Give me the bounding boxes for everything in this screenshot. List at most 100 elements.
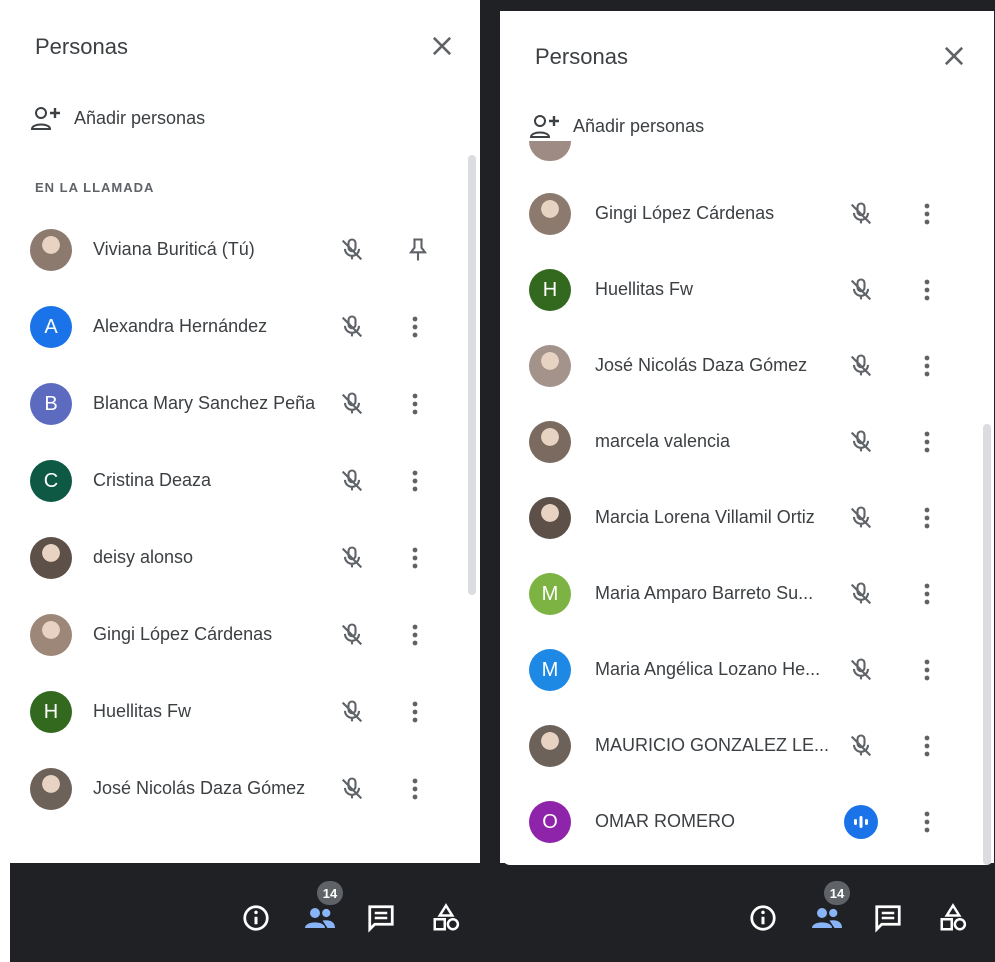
more-vert-icon <box>924 811 930 833</box>
participant-row[interactable]: MAURICIO GONZALEZ LE... <box>502 711 994 788</box>
more-options-button[interactable] <box>916 580 938 608</box>
participant-row[interactable]: M Maria Amparo Barreto Su... <box>502 559 994 636</box>
mic-off-icon <box>338 390 366 418</box>
avatar-photo <box>529 345 571 387</box>
more-options-button[interactable] <box>404 313 426 341</box>
participant-row[interactable]: C Cristina Deaza <box>0 446 480 523</box>
participant-row[interactable]: Viviana Buriticá (Tú) <box>0 215 480 292</box>
participant-name: José Nicolás Daza Gómez <box>595 355 808 375</box>
more-options-button[interactable] <box>404 775 426 803</box>
more-options-button[interactable] <box>916 732 938 760</box>
mic-off-icon <box>338 698 366 726</box>
more-vert-icon <box>412 624 418 646</box>
mic-off-icon <box>338 544 366 572</box>
add-people-button[interactable]: Añadir personas <box>30 104 205 132</box>
mic-off-icon <box>847 504 875 532</box>
more-vert-icon <box>924 659 930 681</box>
participant-name: Viviana Buriticá (Tú) <box>93 239 255 259</box>
chat-icon <box>368 905 394 933</box>
people-icon <box>305 908 335 928</box>
mic-off-icon <box>338 236 366 264</box>
more-options-button[interactable] <box>916 428 938 456</box>
mic-off-icon <box>847 732 875 760</box>
participant-row[interactable]: O OMAR ROMERO <box>502 787 994 864</box>
participant-row[interactable]: José Nicolás Daza Gómez <box>0 754 480 831</box>
panel-title: Personas <box>535 44 628 69</box>
close-button[interactable] <box>940 42 968 70</box>
avatar-photo <box>30 537 72 579</box>
participant-list: Viviana Buriticá (Tú) A Alexandra Hernánde… <box>0 215 480 863</box>
more-options-button[interactable] <box>404 390 426 418</box>
scrollbar[interactable] <box>468 155 476 595</box>
participant-name: Huellitas Fw <box>93 701 192 721</box>
participant-row[interactable]: marcela valencia <box>502 407 994 484</box>
participant-row[interactable]: A Alexandra Hernández <box>0 292 480 369</box>
avatar: H <box>30 691 72 733</box>
more-options-button[interactable] <box>916 504 938 532</box>
speaking-indicator-icon <box>844 805 878 839</box>
activities-button[interactable] <box>431 903 461 938</box>
more-options-button[interactable] <box>916 808 938 836</box>
participant-name: Cristina Deaza <box>93 470 212 490</box>
participant-name: José Nicolás Daza Gómez <box>93 778 306 798</box>
avatar-photo <box>30 229 72 271</box>
avatar-initial: M <box>541 582 559 605</box>
chat-button[interactable] <box>873 903 903 938</box>
participant-row[interactable]: Gingi López Cárdenas <box>0 600 480 677</box>
participant-name: Blanca Mary Sanchez Peña <box>93 393 316 413</box>
more-options-button[interactable] <box>404 467 426 495</box>
meeting-background-top-right <box>500 0 995 11</box>
people-button[interactable] <box>810 903 844 938</box>
mic-off-icon <box>338 621 366 649</box>
pin-button[interactable] <box>404 236 428 264</box>
info-icon <box>243 905 269 931</box>
meeting-background-top <box>480 0 500 962</box>
avatar-photo <box>529 497 571 539</box>
more-options-button[interactable] <box>916 656 938 684</box>
more-options-button[interactable] <box>404 544 426 572</box>
add-people-label: Añadir personas <box>74 107 206 128</box>
info-button[interactable] <box>241 903 271 938</box>
participant-row[interactable]: deisy alonso <box>0 523 480 600</box>
people-button[interactable] <box>303 903 337 938</box>
activities-icon <box>940 903 967 931</box>
close-button[interactable] <box>428 32 456 60</box>
participant-row[interactable]: B Blanca Mary Sanchez Peña <box>0 369 480 446</box>
add-people-label: Añadir personas <box>573 115 705 136</box>
more-vert-icon <box>924 279 930 301</box>
avatar-photo <box>30 768 72 810</box>
more-vert-icon <box>924 203 930 225</box>
avatar-photo <box>30 614 72 656</box>
more-vert-icon <box>412 778 418 800</box>
avatar: C <box>30 460 72 502</box>
participant-row[interactable]: M Maria Angélica Lozano He... <box>502 635 994 712</box>
more-vert-icon <box>924 507 930 529</box>
panel-title: Personas <box>35 34 128 59</box>
participant-row[interactable]: Marcia Lorena Villamil Ortiz <box>502 483 994 560</box>
participant-row[interactable]: José Nicolás Daza Gómez <box>502 331 994 408</box>
scrollbar[interactable] <box>983 424 991 865</box>
more-options-button[interactable] <box>916 200 938 228</box>
participant-name: Alexandra Hernández <box>93 316 268 336</box>
bottom-toolbar <box>10 863 995 962</box>
participant-row[interactable]: H Huellitas Fw <box>502 255 994 332</box>
people-icon <box>812 908 842 928</box>
more-options-button[interactable] <box>916 352 938 380</box>
more-options-button[interactable] <box>404 698 426 726</box>
more-options-button[interactable] <box>404 621 426 649</box>
info-button[interactable] <box>748 903 778 938</box>
avatar-initial: O <box>542 810 558 833</box>
close-icon <box>432 36 452 56</box>
participant-name: Gingi López Cárdenas <box>595 203 775 223</box>
participant-row[interactable]: H Huellitas Fw <box>0 677 480 754</box>
mic-off-icon <box>338 775 366 803</box>
avatar-initial: M <box>541 658 559 681</box>
avatar: H <box>529 269 571 311</box>
participant-row[interactable]: Gingi López Cárdenas <box>502 179 994 256</box>
more-vert-icon <box>924 735 930 757</box>
add-people-button[interactable]: Añadir personas <box>529 112 704 140</box>
chat-button[interactable] <box>366 903 396 938</box>
mic-off-icon <box>847 580 875 608</box>
activities-button[interactable] <box>938 903 968 938</box>
more-options-button[interactable] <box>916 276 938 304</box>
